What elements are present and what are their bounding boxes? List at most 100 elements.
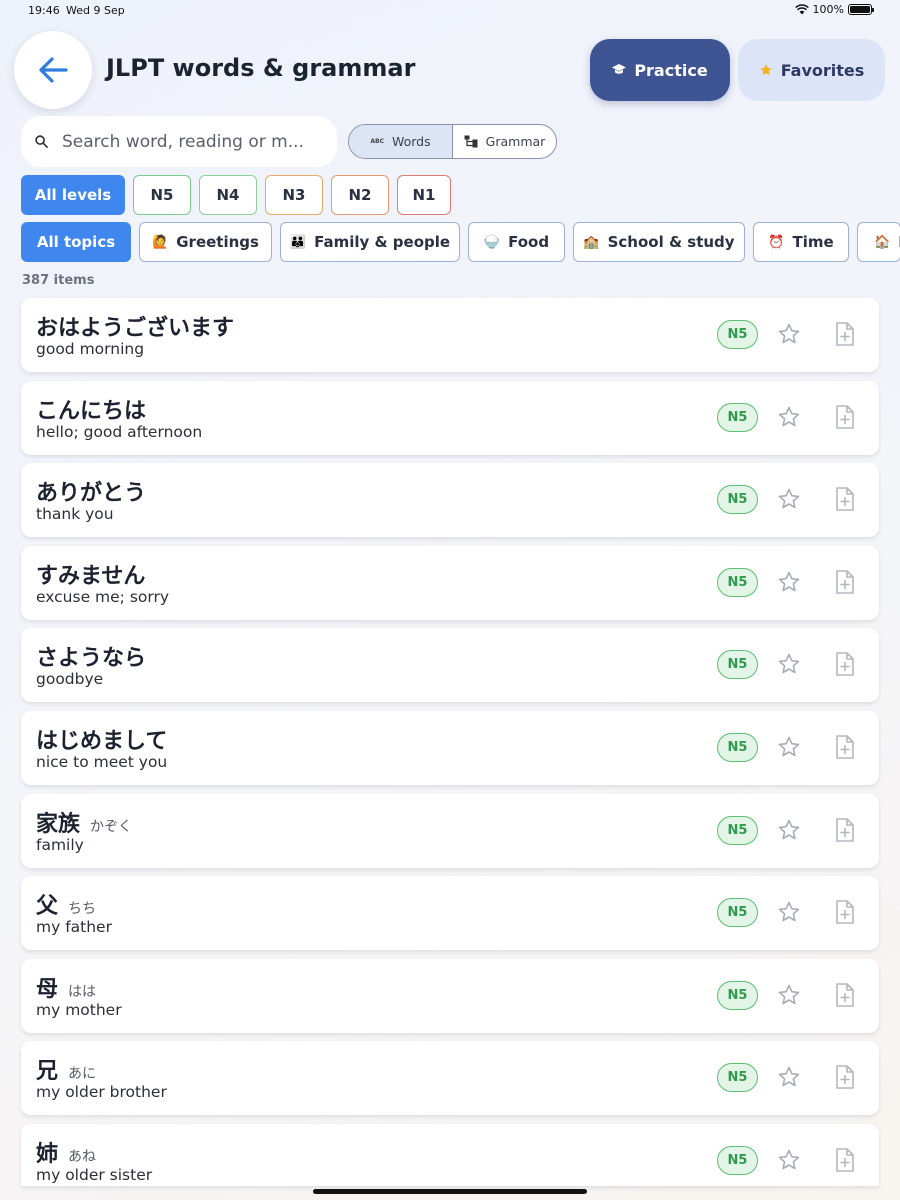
word-term: はじめまして — [36, 723, 177, 755]
level-filter-row: All levels N5 N4 N3 N2 N1 — [21, 175, 451, 215]
favorites-button[interactable]: Favorites — [738, 39, 885, 101]
level-badge: N5 — [717, 320, 758, 349]
battery-icon — [848, 4, 874, 15]
status-date: Wed 9 Sep — [66, 4, 125, 17]
star-outline-icon[interactable] — [777, 735, 801, 759]
arrow-left-icon — [39, 57, 68, 83]
add-document-icon[interactable] — [833, 734, 857, 760]
status-bar: 19:46 Wed 9 Sep 100% — [0, 0, 900, 22]
word-meaning: my father — [36, 918, 112, 937]
word-term: 家族 かぞく — [36, 806, 132, 838]
star-outline-icon[interactable] — [777, 405, 801, 429]
search-input[interactable] — [62, 131, 312, 152]
add-document-icon[interactable] — [833, 982, 857, 1008]
list-item[interactable]: おはようございます good morning N5 — [21, 298, 879, 372]
level-badge: N5 — [717, 980, 758, 1010]
word-japanese: おはようございます — [36, 316, 235, 341]
topic-label: All topics — [36, 233, 116, 251]
star-outline-icon[interactable] — [777, 652, 801, 676]
word-term: さようなら — [36, 640, 156, 672]
topic-chip-d[interactable]: 🏠 D — [857, 222, 900, 262]
tree-structure-icon — [464, 135, 478, 148]
level-chip-n2[interactable]: N2 — [331, 175, 389, 215]
list-item[interactable]: 家族 かぞく family N5 — [21, 793, 879, 868]
list-item[interactable]: さようなら goodbye N5 — [21, 628, 879, 703]
add-document-icon[interactable] — [833, 404, 857, 430]
search-box[interactable] — [21, 116, 337, 167]
word-meaning: thank you — [36, 505, 114, 524]
star-outline-icon[interactable] — [777, 983, 801, 1007]
word-term: ありがとう — [36, 475, 156, 507]
star-outline-icon[interactable] — [777, 487, 801, 511]
word-list: おはようございます good morning N5 こんにちは hello; g… — [21, 298, 879, 1195]
list-item[interactable]: ありがとう thank you N5 — [21, 463, 879, 538]
topic-filter-row: All topics 🙋 Greetings 👪 Family & people… — [21, 222, 900, 262]
add-document-icon[interactable] — [833, 569, 857, 595]
wifi-icon — [794, 4, 809, 15]
word-reading: ちち — [68, 901, 97, 918]
favorites-label: Favorites — [780, 60, 865, 80]
search-icon — [35, 135, 48, 148]
star-outline-icon[interactable] — [777, 322, 801, 346]
add-document-icon[interactable] — [833, 817, 857, 843]
list-item[interactable]: はじめまして nice to meet you N5 — [21, 710, 879, 785]
list-item[interactable]: 兄 あに my older brother N5 — [21, 1041, 879, 1116]
list-item[interactable]: 姉 あね my older sister N5 — [21, 1123, 879, 1186]
word-japanese: ありがとう — [36, 481, 147, 507]
word-meaning: my older sister — [36, 1165, 153, 1184]
topic-label: Food — [508, 233, 550, 251]
words-mode-button[interactable]: ABC Words — [349, 125, 452, 158]
word-meaning: family — [36, 835, 84, 854]
word-reading: あね — [68, 1148, 97, 1165]
word-japanese: さようなら — [36, 646, 147, 672]
list-item[interactable]: 母 はは my mother N5 — [21, 958, 879, 1033]
practice-button[interactable]: Practice — [590, 39, 730, 101]
topic-chip-all[interactable]: All topics — [21, 222, 131, 262]
graduation-cap-icon — [612, 64, 627, 74]
star-outline-icon[interactable] — [777, 1148, 801, 1172]
word-term: おはようございます — [36, 310, 244, 342]
list-item[interactable]: 父 ちち my father N5 — [21, 876, 879, 951]
word-japanese: すみません — [36, 563, 146, 589]
back-button[interactable] — [14, 31, 92, 109]
topic-label: School & study — [607, 233, 735, 251]
level-badge: N5 — [717, 898, 758, 928]
word-term: 父 ちち — [36, 888, 96, 920]
add-document-icon[interactable] — [833, 321, 857, 347]
home-indicator[interactable] — [313, 1189, 587, 1194]
topic-label: Greetings — [176, 233, 259, 251]
list-item[interactable]: こんにちは hello; good afternoon N5 — [21, 380, 879, 455]
family-icon: 👪 — [289, 234, 307, 250]
star-outline-icon[interactable] — [777, 570, 801, 594]
practice-label: Practice — [634, 60, 708, 80]
level-chip-n5[interactable]: N5 — [133, 175, 191, 215]
level-chip-n1[interactable]: N1 — [397, 175, 451, 215]
level-chip-all[interactable]: All levels — [21, 175, 125, 215]
star-outline-icon[interactable] — [777, 900, 801, 924]
word-term: こんにちは — [36, 393, 156, 425]
topic-chip-greetings[interactable]: 🙋 Greetings — [139, 222, 272, 262]
add-document-icon[interactable] — [833, 1147, 857, 1173]
battery-percent: 100% — [812, 3, 844, 16]
star-outline-icon[interactable] — [777, 818, 801, 842]
level-chip-n4[interactable]: N4 — [199, 175, 257, 215]
word-meaning: hello; good afternoon — [36, 422, 203, 441]
alarm-clock-icon: ⏰ — [768, 234, 785, 250]
add-document-icon[interactable] — [833, 1064, 857, 1090]
add-document-icon[interactable] — [833, 899, 857, 925]
list-item[interactable]: すみません excuse me; sorry N5 — [21, 545, 879, 620]
topic-chip-school[interactable]: 🏫 School & study — [573, 222, 745, 262]
level-badge: N5 — [717, 732, 758, 762]
word-reading: はは — [68, 983, 97, 1000]
star-outline-icon[interactable] — [777, 1065, 801, 1089]
topic-chip-time[interactable]: ⏰ Time — [753, 222, 849, 262]
topic-chip-food[interactable]: 🍚 Food — [468, 222, 565, 262]
topic-chip-family[interactable]: 👪 Family & people — [280, 222, 460, 262]
word-japanese: 兄 — [36, 1059, 59, 1085]
word-japanese: 母 — [36, 976, 59, 1002]
add-document-icon[interactable] — [833, 651, 857, 677]
mode-toggle: ABC Words Grammar — [348, 124, 557, 159]
add-document-icon[interactable] — [833, 486, 857, 512]
level-chip-n3[interactable]: N3 — [265, 175, 323, 215]
grammar-mode-button[interactable]: Grammar — [452, 125, 556, 158]
